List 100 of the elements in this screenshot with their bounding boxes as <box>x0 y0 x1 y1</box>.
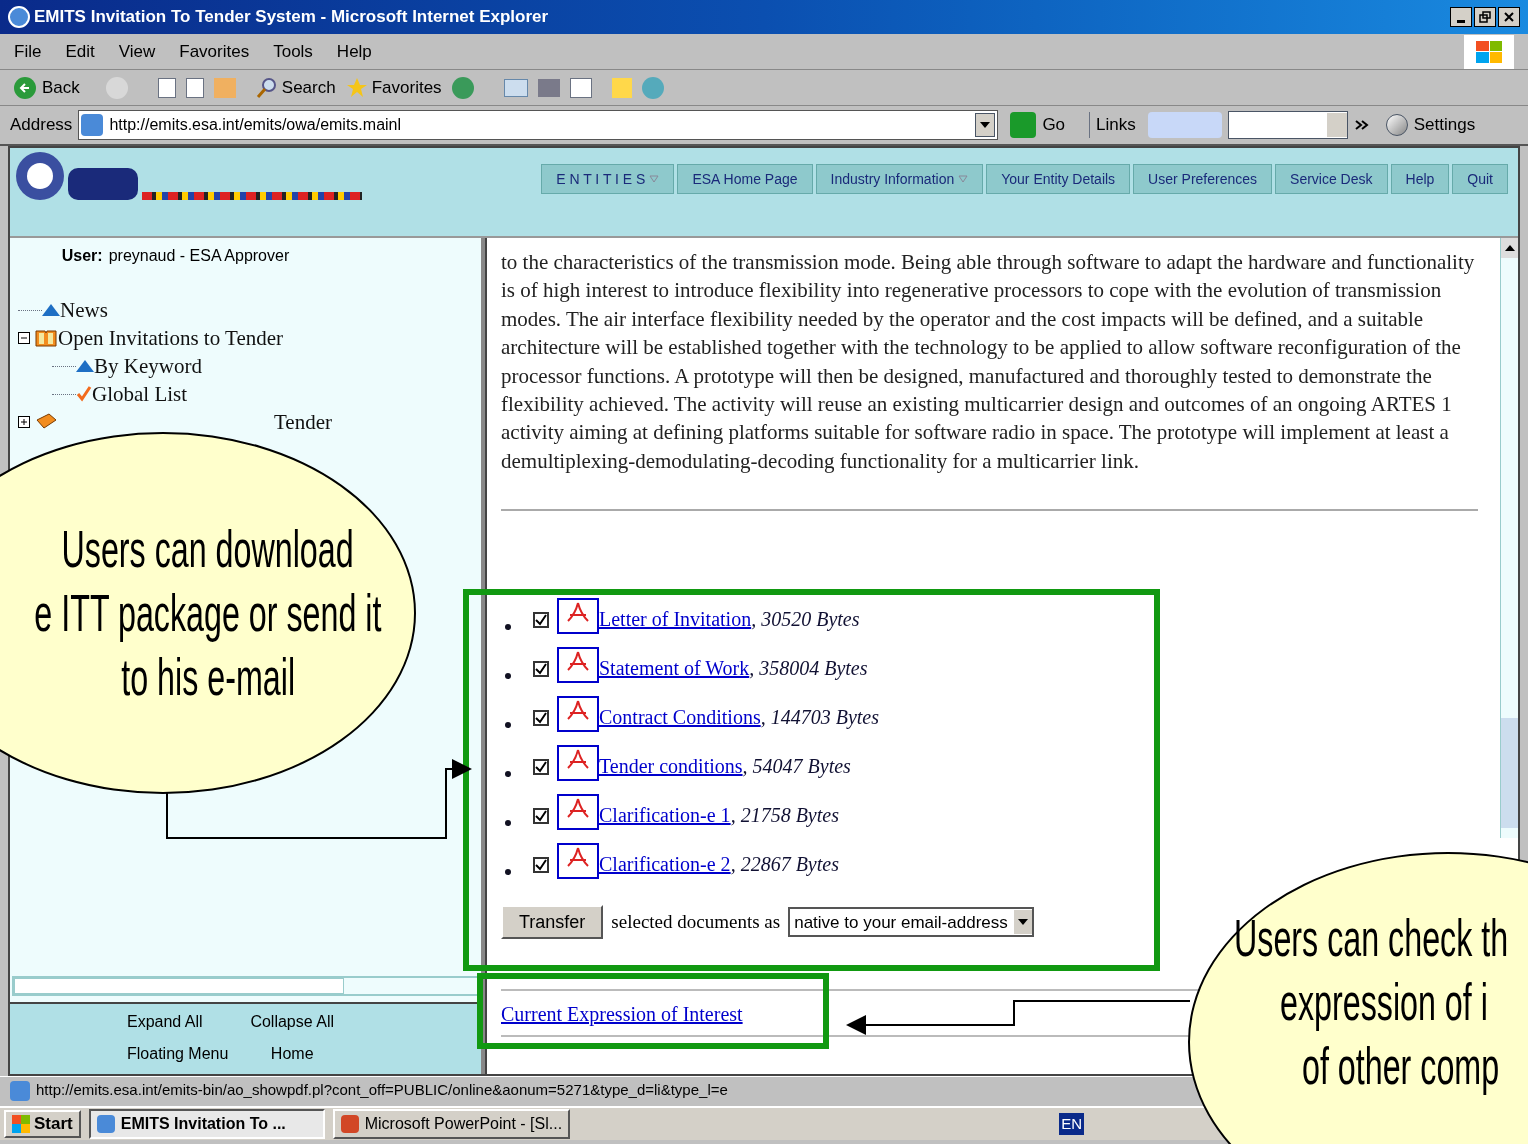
pdf-icon[interactable] <box>557 647 599 684</box>
description-text: to the characteristics of the transmission mode. Being able through software to adapt the hardware and functionality is of high interest to introduce flexibility into regenerative processors to cope with the evolution of transmission modes. The air interface flexibility needed by the operator and the cost impacts will be defined, and a suitable architecture will be established together with the technology to be applied to allow software reconfiguration of the processor functions. A prototype will then be designed, manufactured and thoroughly tested to demonstrate the flexibility achieved. The activity will reuse an existing multicarrier design and outcomes of an ongoing ARTES 1 activity aiming at defining platforms suitable for software radio in space. The prototype will implement at least a demultiplexing-demodulating-decoding functionality for a multicarrier link. <box>501 249 1476 475</box>
caret-icon <box>958 175 969 183</box>
windows-logo-icon <box>12 1115 30 1133</box>
menu-item[interactable]: Edit <box>65 38 95 65</box>
callout-text: expression of i <box>1280 972 1488 1033</box>
pdf-icon[interactable] <box>557 745 599 782</box>
nav-tab[interactable]: Service Desk <box>1275 164 1388 194</box>
pane-link[interactable]: Home <box>270 1042 314 1074</box>
vertical-scrollbar[interactable] <box>1500 238 1518 838</box>
menu-item[interactable]: Help <box>336 38 372 65</box>
document-size: , 22867 Bytes <box>730 852 839 878</box>
checkbox[interactable] <box>533 808 549 825</box>
address-url: http://emits.esa.int/emits/owa/emits.mainl <box>109 115 402 135</box>
interest-link[interactable]: Current Expression of Interest <box>501 999 743 1030</box>
search-icon <box>255 76 278 99</box>
page-icon <box>10 1080 30 1101</box>
caret-icon <box>649 175 660 183</box>
book-icon <box>34 328 58 348</box>
menu-item[interactable]: File <box>14 38 42 65</box>
document-size: , 144703 Bytes <box>760 705 879 731</box>
scrollbar-thumb[interactable] <box>1501 718 1518 828</box>
document-link[interactable]: Contract Conditions <box>599 702 761 733</box>
search-combo[interactable] <box>1227 111 1348 139</box>
dropdown-arrow-icon <box>1017 919 1028 926</box>
document-size: , 21758 Bytes <box>730 803 839 829</box>
document-link[interactable]: Tender conditions <box>599 751 743 782</box>
search-button[interactable]: Search <box>255 74 336 101</box>
app-icon <box>96 1115 115 1133</box>
checkbox[interactable] <box>533 612 549 629</box>
checkbox[interactable] <box>533 759 549 776</box>
transfer-text: selected documents as <box>611 910 781 934</box>
tree-item[interactable]: Tender <box>274 410 332 434</box>
check-icon <box>76 386 92 402</box>
minimize-icon <box>1457 19 1465 23</box>
minus-icon[interactable] <box>18 332 30 344</box>
nav-tab[interactable]: User Preferences <box>1133 164 1273 194</box>
tree-item[interactable]: Open Invitations to Tender <box>58 326 283 350</box>
document-link[interactable]: Clarification-e 1 <box>599 800 731 831</box>
nav-tab[interactable]: E N T I T I E S <box>541 164 675 194</box>
bullet-icon <box>505 820 511 827</box>
scroll-up-icon[interactable] <box>1504 245 1515 251</box>
document-size: , 358004 Bytes <box>749 656 868 682</box>
back-button[interactable]: Back <box>14 74 80 101</box>
favorites-button[interactable]: Favorites <box>345 74 442 101</box>
go-button[interactable]: Go <box>1010 112 1066 138</box>
bullet-icon <box>505 624 511 631</box>
close-icon <box>1503 11 1515 23</box>
menu-item[interactable]: View <box>118 38 156 65</box>
pdf-icon[interactable] <box>557 696 599 733</box>
callout-text: Users can check th <box>1234 908 1509 969</box>
pane-link[interactable]: Collapse All <box>250 1010 334 1042</box>
links-label[interactable]: Links <box>1089 112 1136 138</box>
nav-tab[interactable]: Quit <box>1452 164 1508 194</box>
language-indicator[interactable]: EN <box>1059 1112 1084 1136</box>
callout-text: to his e-mail <box>121 647 295 708</box>
document-size: , 30520 Bytes <box>751 607 860 633</box>
address-field[interactable]: http://emits.esa.int/emits/owa/emits.mainl <box>78 110 999 140</box>
nav-tab[interactable]: Help <box>1390 164 1450 194</box>
close-button[interactable] <box>1498 7 1520 27</box>
tree-item[interactable]: Global List <box>92 382 188 406</box>
tree-item[interactable]: By Keyword <box>94 354 202 378</box>
chevron-icon[interactable] <box>1353 119 1370 131</box>
checkbox[interactable] <box>533 661 549 678</box>
settings-button[interactable]: Settings <box>1385 112 1476 138</box>
document-link[interactable]: Clarification-e 2 <box>599 849 731 880</box>
pdf-icon[interactable] <box>557 843 599 880</box>
document-size: , 54047 Bytes <box>742 754 851 780</box>
bullet-icon <box>505 869 511 876</box>
taskbar-button[interactable]: EMITS Invitation To ... <box>88 1109 325 1139</box>
plus-icon[interactable] <box>18 416 30 428</box>
pane-link[interactable]: Floating Menu <box>127 1042 229 1074</box>
nav-tab[interactable]: Industry Information <box>815 164 984 194</box>
menu-item[interactable]: Tools <box>273 38 313 65</box>
format-select[interactable]: native to your email-address <box>788 907 1034 938</box>
nav-tab[interactable]: Your Entity Details <box>986 164 1131 194</box>
pdf-icon[interactable] <box>557 794 599 831</box>
triangle-icon <box>76 360 94 372</box>
bullet-icon <box>505 771 511 778</box>
transfer-button[interactable]: Transfer <box>501 905 604 940</box>
start-button[interactable]: Start <box>4 1110 81 1138</box>
callout-text: of other comp <box>1302 1036 1500 1097</box>
triangle-icon <box>42 304 60 316</box>
callout-text: Users can download <box>61 519 355 580</box>
checkbox[interactable] <box>533 710 549 727</box>
taskbar-button[interactable]: Microsoft PowerPoint - [Sl... <box>332 1109 571 1139</box>
callout-text: e ITT package or send it <box>34 583 382 644</box>
restore-icon <box>1479 11 1491 23</box>
menu-item[interactable]: Favorites <box>179 38 250 65</box>
pdf-icon[interactable] <box>557 598 599 635</box>
checkbox[interactable] <box>533 857 549 874</box>
windows-logo-icon <box>1464 34 1514 69</box>
horizontal-scrollbar[interactable] <box>12 976 479 996</box>
restore-button[interactable] <box>1474 7 1496 27</box>
tree-item[interactable]: News <box>60 298 108 322</box>
pane-link[interactable]: Expand All <box>127 1010 229 1042</box>
minimize-button[interactable] <box>1450 7 1472 27</box>
user-label: User: <box>61 246 103 266</box>
page-icon <box>81 114 104 136</box>
nav-tab[interactable]: ESA Home Page <box>677 164 813 194</box>
